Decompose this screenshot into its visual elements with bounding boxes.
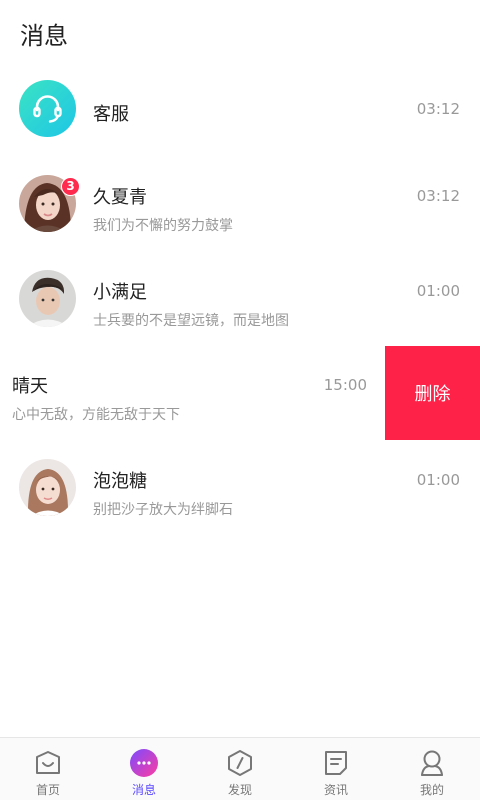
- delete-button[interactable]: 删除: [385, 346, 480, 440]
- home-icon: [33, 748, 63, 778]
- tab-label: 消息: [131, 783, 156, 797]
- message-icon: [129, 748, 159, 778]
- conversation-row[interactable]: 久夏青 我们为不懈的努力鼓掌 03:12: [0, 157, 480, 251]
- tab-label: 资讯: [323, 783, 348, 797]
- conversation-name: 客服: [93, 104, 129, 125]
- conversation-time: 01:00: [416, 471, 460, 489]
- page-title: 消息: [20, 22, 68, 50]
- customer-service-icon: [33, 95, 62, 123]
- conversation-row[interactable]: 泡泡糖 别把沙子放大为绊脚石 01:00: [0, 441, 480, 535]
- tab-label: 首页: [35, 783, 60, 797]
- tab-home[interactable]: 首页: [0, 738, 96, 800]
- messages-page: 消息 客服 03:12 久夏青 我们为不懈的努力鼓掌 03:12 3 小满足 士…: [0, 0, 480, 800]
- bottom-tab-bar: 首页 消息 发现 资讯 我的: [0, 737, 480, 800]
- conversation-last-message: 我们为不懈的努力鼓掌: [93, 218, 233, 234]
- avatar: [19, 270, 76, 327]
- conversation-last-message: 士兵要的不是望远镜，而是地图: [93, 313, 289, 329]
- conversation-time: 03:12: [416, 100, 460, 118]
- tab-label: 发现: [227, 783, 252, 797]
- tab-label: 我的: [419, 783, 444, 797]
- unread-badge: 3: [61, 177, 80, 196]
- tab-messages[interactable]: 消息: [96, 738, 192, 800]
- conversation-time: 03:12: [416, 187, 460, 205]
- tab-discover[interactable]: 发现: [192, 738, 288, 800]
- header: 消息: [0, 0, 480, 64]
- conversation-name: 泡泡糖: [93, 471, 147, 492]
- conversation-name: 小满足: [93, 282, 147, 303]
- news-icon: [321, 748, 351, 778]
- conversation-last-message: 别把沙子放大为绊脚石: [93, 502, 233, 518]
- conversation-row[interactable]: 小满足 士兵要的不是望远镜，而是地图 01:00: [0, 252, 480, 346]
- conversation-name: 久夏青: [93, 187, 147, 208]
- profile-icon: [417, 748, 447, 778]
- customer-service-avatar: [19, 80, 76, 137]
- avatar: [19, 459, 76, 516]
- conversation-row-swiped[interactable]: 晴天 心中无敌，方能无敌于天下 15:00 删除: [0, 346, 480, 440]
- conversation-row-customer-service[interactable]: 客服 03:12: [0, 62, 480, 156]
- conversation-name: 晴天: [12, 376, 48, 397]
- conversation-time: 15:00: [323, 376, 367, 394]
- tab-profile[interactable]: 我的: [384, 738, 480, 800]
- discover-icon: [225, 748, 255, 778]
- tab-news[interactable]: 资讯: [288, 738, 384, 800]
- conversation-time: 01:00: [416, 282, 460, 300]
- conversation-last-message: 心中无敌，方能无敌于天下: [12, 407, 180, 423]
